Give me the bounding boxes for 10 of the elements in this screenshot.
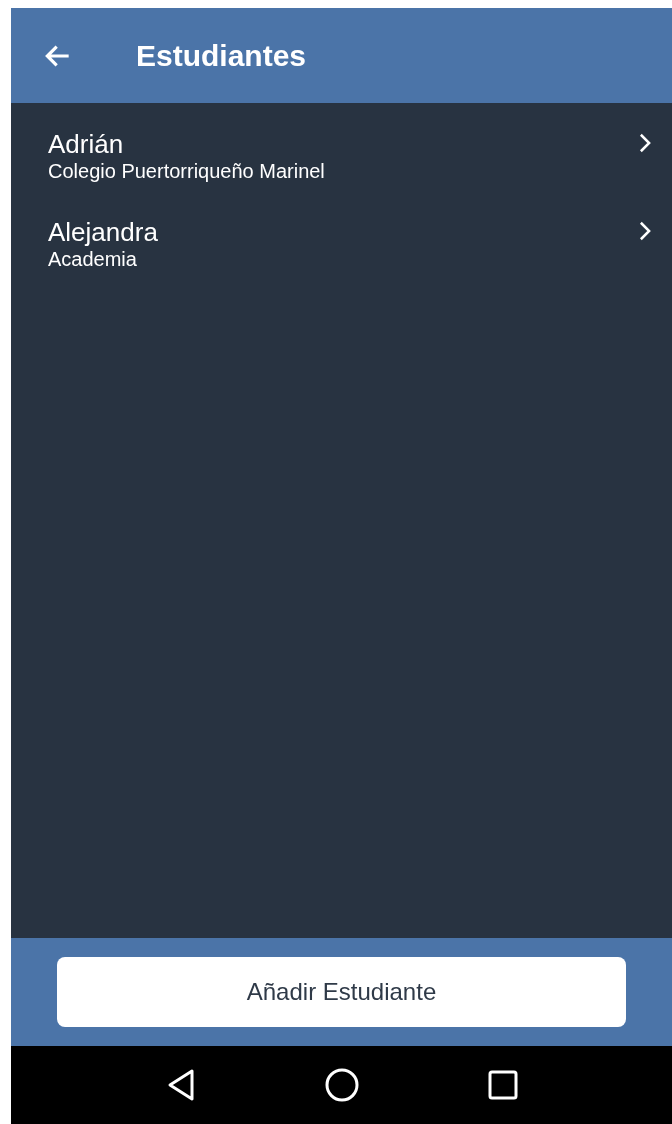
student-list-item[interactable]: Adrián Colegio Puertorriqueño Marinel [11,129,672,217]
recents-icon[interactable] [487,1070,518,1100]
add-student-button[interactable]: Añadir Estudiante [57,957,626,1027]
school-name: Academia [48,247,138,271]
student-name: Adrián [48,129,125,159]
student-name: Alejandra [48,217,159,247]
student-list-item[interactable]: Alejandra Academia [11,217,672,305]
home-icon[interactable] [324,1068,359,1102]
screen-title: Estudiantes [136,38,307,74]
school-name: Colegio Puertorriqueño Marinel [48,159,326,183]
